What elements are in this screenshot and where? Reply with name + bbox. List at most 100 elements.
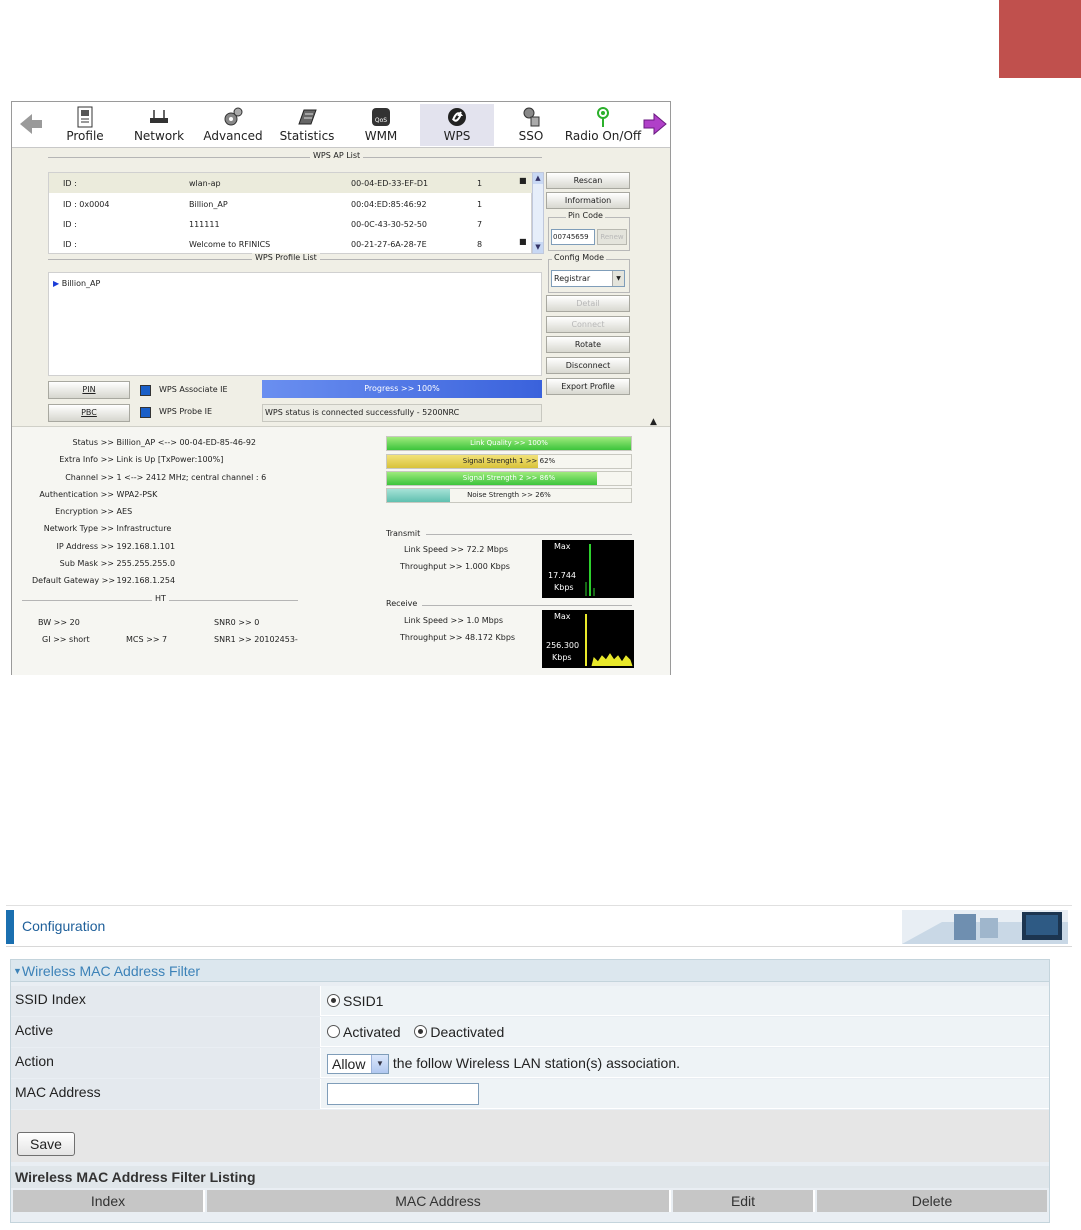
tab-label: SSO	[518, 129, 544, 143]
status-row: IP Address >> 192.168.1.101	[32, 542, 175, 551]
header-accent	[6, 910, 14, 944]
tab-sso[interactable]: SSO	[508, 104, 554, 146]
status-value: 192.168.1.101	[116, 542, 176, 551]
wps-associate-ie-label: WPS Associate IE	[159, 385, 228, 394]
config-mode-select[interactable]: Registrar ▼	[551, 270, 625, 287]
activated-radio[interactable]	[327, 1025, 340, 1038]
back-arrow-icon[interactable]	[18, 112, 44, 136]
ap-channel: 1	[477, 200, 483, 209]
bar-label: Link Quality >> 100%	[470, 439, 548, 447]
deactivated-radio[interactable]	[414, 1025, 428, 1038]
section-title[interactable]: ▼Wireless MAC Address Filter	[11, 960, 1049, 982]
receive-graph: Max 256.300 Kbps	[542, 610, 634, 668]
rotate-button[interactable]: Rotate	[546, 336, 630, 353]
receive-link-speed: Link Speed >> 1.0 Mbps	[404, 616, 503, 625]
wps-probe-ie-checkbox[interactable]	[140, 407, 151, 418]
tab-label: Network	[133, 129, 185, 143]
information-button[interactable]: Information	[546, 192, 630, 209]
ap-list-scrollbar[interactable]: ▲ ▼	[532, 172, 544, 254]
profile-item[interactable]: ▶ Billion_AP	[53, 279, 100, 288]
chevron-down-icon: ▼	[371, 1055, 388, 1074]
tab-label: Radio On/Off	[564, 129, 642, 143]
ap-list-title: WPS AP List	[310, 151, 364, 160]
status-row: Network Type >> Infrastructure	[32, 524, 172, 533]
column-header-edit: Edit	[673, 1190, 815, 1212]
status-value: AES	[116, 507, 133, 516]
divider	[48, 157, 542, 158]
tab-advanced[interactable]: Advanced	[200, 104, 266, 146]
mac-filter-panel: ▼Wireless MAC Address Filter SSID Index …	[10, 959, 1050, 1223]
receive-label: Receive	[386, 599, 418, 608]
column-header-delete: Delete	[817, 1190, 1047, 1212]
transmit-graph: Max 17.744 Kbps	[542, 540, 634, 598]
ap-mac: 00-04-ED-33-EF-D1	[351, 179, 429, 188]
tab-statistics[interactable]: Statistics	[276, 104, 338, 146]
ap-id: ID :	[63, 240, 77, 249]
antenna-icon	[597, 107, 609, 127]
corner-decoration	[999, 0, 1081, 78]
ap-channel: 8	[477, 240, 483, 249]
tab-radio-on-off[interactable]: Radio On/Off	[564, 104, 642, 146]
transmit-throughput: Throughput >> 1.000 Kbps	[400, 562, 510, 571]
tab-profile[interactable]: Profile	[56, 104, 114, 146]
activated-label: Activated	[343, 1024, 401, 1040]
ap-list-row[interactable]: ID : Welcome to RFINICS 00-21-27-6A-28-7…	[49, 234, 533, 254]
ap-list-row[interactable]: ID : wlan-ap 00-04-ED-33-EF-D1 1 ■	[49, 173, 533, 193]
status-value: Infrastructure	[116, 524, 172, 533]
renew-button[interactable]: Renew	[597, 229, 627, 245]
bar-label: Signal Strength 2 >> 86%	[462, 474, 556, 482]
ssid1-radio[interactable]	[327, 994, 340, 1007]
ap-mac: 00-0C-43-30-52-50	[351, 220, 428, 229]
ap-list-row[interactable]: ID : 0x0004 Billion_AP 00:04:ED:85:46:92…	[49, 194, 533, 214]
tab-network[interactable]: Network	[128, 104, 190, 146]
network-icon	[150, 110, 168, 123]
signal-strength-1-bar: Signal Strength 1 >> 62%	[386, 454, 632, 469]
profile-icon	[77, 106, 93, 128]
ap-list-row[interactable]: ID : 111111 00-0C-43-30-52-50 7	[49, 214, 533, 234]
svg-text:QoS: QoS	[375, 117, 387, 124]
wps-associate-ie-checkbox[interactable]	[140, 385, 151, 396]
config-mode-value: Registrar	[554, 274, 591, 283]
mac-address-input[interactable]	[327, 1083, 479, 1105]
status-key: IP Address >>	[56, 542, 114, 551]
action-select[interactable]: Allow ▼	[327, 1054, 389, 1075]
detail-button[interactable]: Detail	[546, 295, 630, 312]
export-profile-button[interactable]: Export Profile	[546, 378, 630, 395]
ht-gi: GI >> short	[42, 635, 90, 644]
wps-ap-list[interactable]: ID : wlan-ap 00-04-ED-33-EF-D1 1 ■ ID : …	[48, 172, 533, 254]
tab-label: Profile	[66, 129, 104, 143]
save-button[interactable]: Save	[17, 1132, 75, 1156]
sso-icon	[523, 107, 540, 127]
rescan-button[interactable]: Rescan	[546, 172, 630, 189]
configuration-header: Configuration	[6, 905, 1072, 947]
ap-ssid: Welcome to RFINICS	[189, 240, 271, 249]
scroll-down-icon[interactable]: ▼	[533, 242, 543, 253]
pin-code-field[interactable]: 00745659	[551, 229, 595, 245]
tab-wps[interactable]: WPS	[420, 104, 494, 146]
config-mode-label: Config Mode	[552, 253, 607, 262]
status-value: 255.255.255.0	[116, 559, 176, 568]
connect-button[interactable]: Connect	[546, 316, 630, 333]
wps-icon	[448, 108, 466, 126]
status-value: Billion_AP <--> 00-04-ED-85-46-92	[116, 438, 256, 447]
statistics-icon	[298, 109, 317, 125]
active-label: Active	[11, 1017, 321, 1047]
disconnect-button[interactable]: Disconnect	[546, 357, 630, 374]
bar-label: Noise Strength >> 26%	[467, 491, 551, 499]
status-row: Encryption >> AES	[32, 507, 132, 516]
triangle-right-icon: ▶	[53, 279, 60, 288]
ap-mac: 00:04:ED:85:46:92	[351, 200, 427, 209]
tab-wmm[interactable]: QoS WMM	[350, 104, 412, 146]
action-value: Allow ▼ the follow Wireless LAN station(s…	[327, 1048, 680, 1078]
forward-arrow-icon[interactable]	[642, 112, 668, 136]
status-key: Authentication >>	[39, 490, 114, 499]
status-row: Status >> Billion_AP <--> 00-04-ED-85-46…	[32, 438, 256, 447]
pin-button[interactable]: PIN	[48, 381, 130, 399]
mac-address-label: MAC Address	[11, 1079, 321, 1109]
scroll-up-icon[interactable]: ▲	[533, 173, 543, 184]
status-key: Extra Info >>	[59, 455, 114, 464]
filter-listing-title: Wireless MAC Address Filter Listing	[11, 1166, 1049, 1188]
status-key: Network Type >>	[43, 524, 114, 533]
wps-profile-list[interactable]: ▶ Billion_AP	[48, 272, 542, 376]
pbc-button[interactable]: PBC	[48, 404, 130, 422]
